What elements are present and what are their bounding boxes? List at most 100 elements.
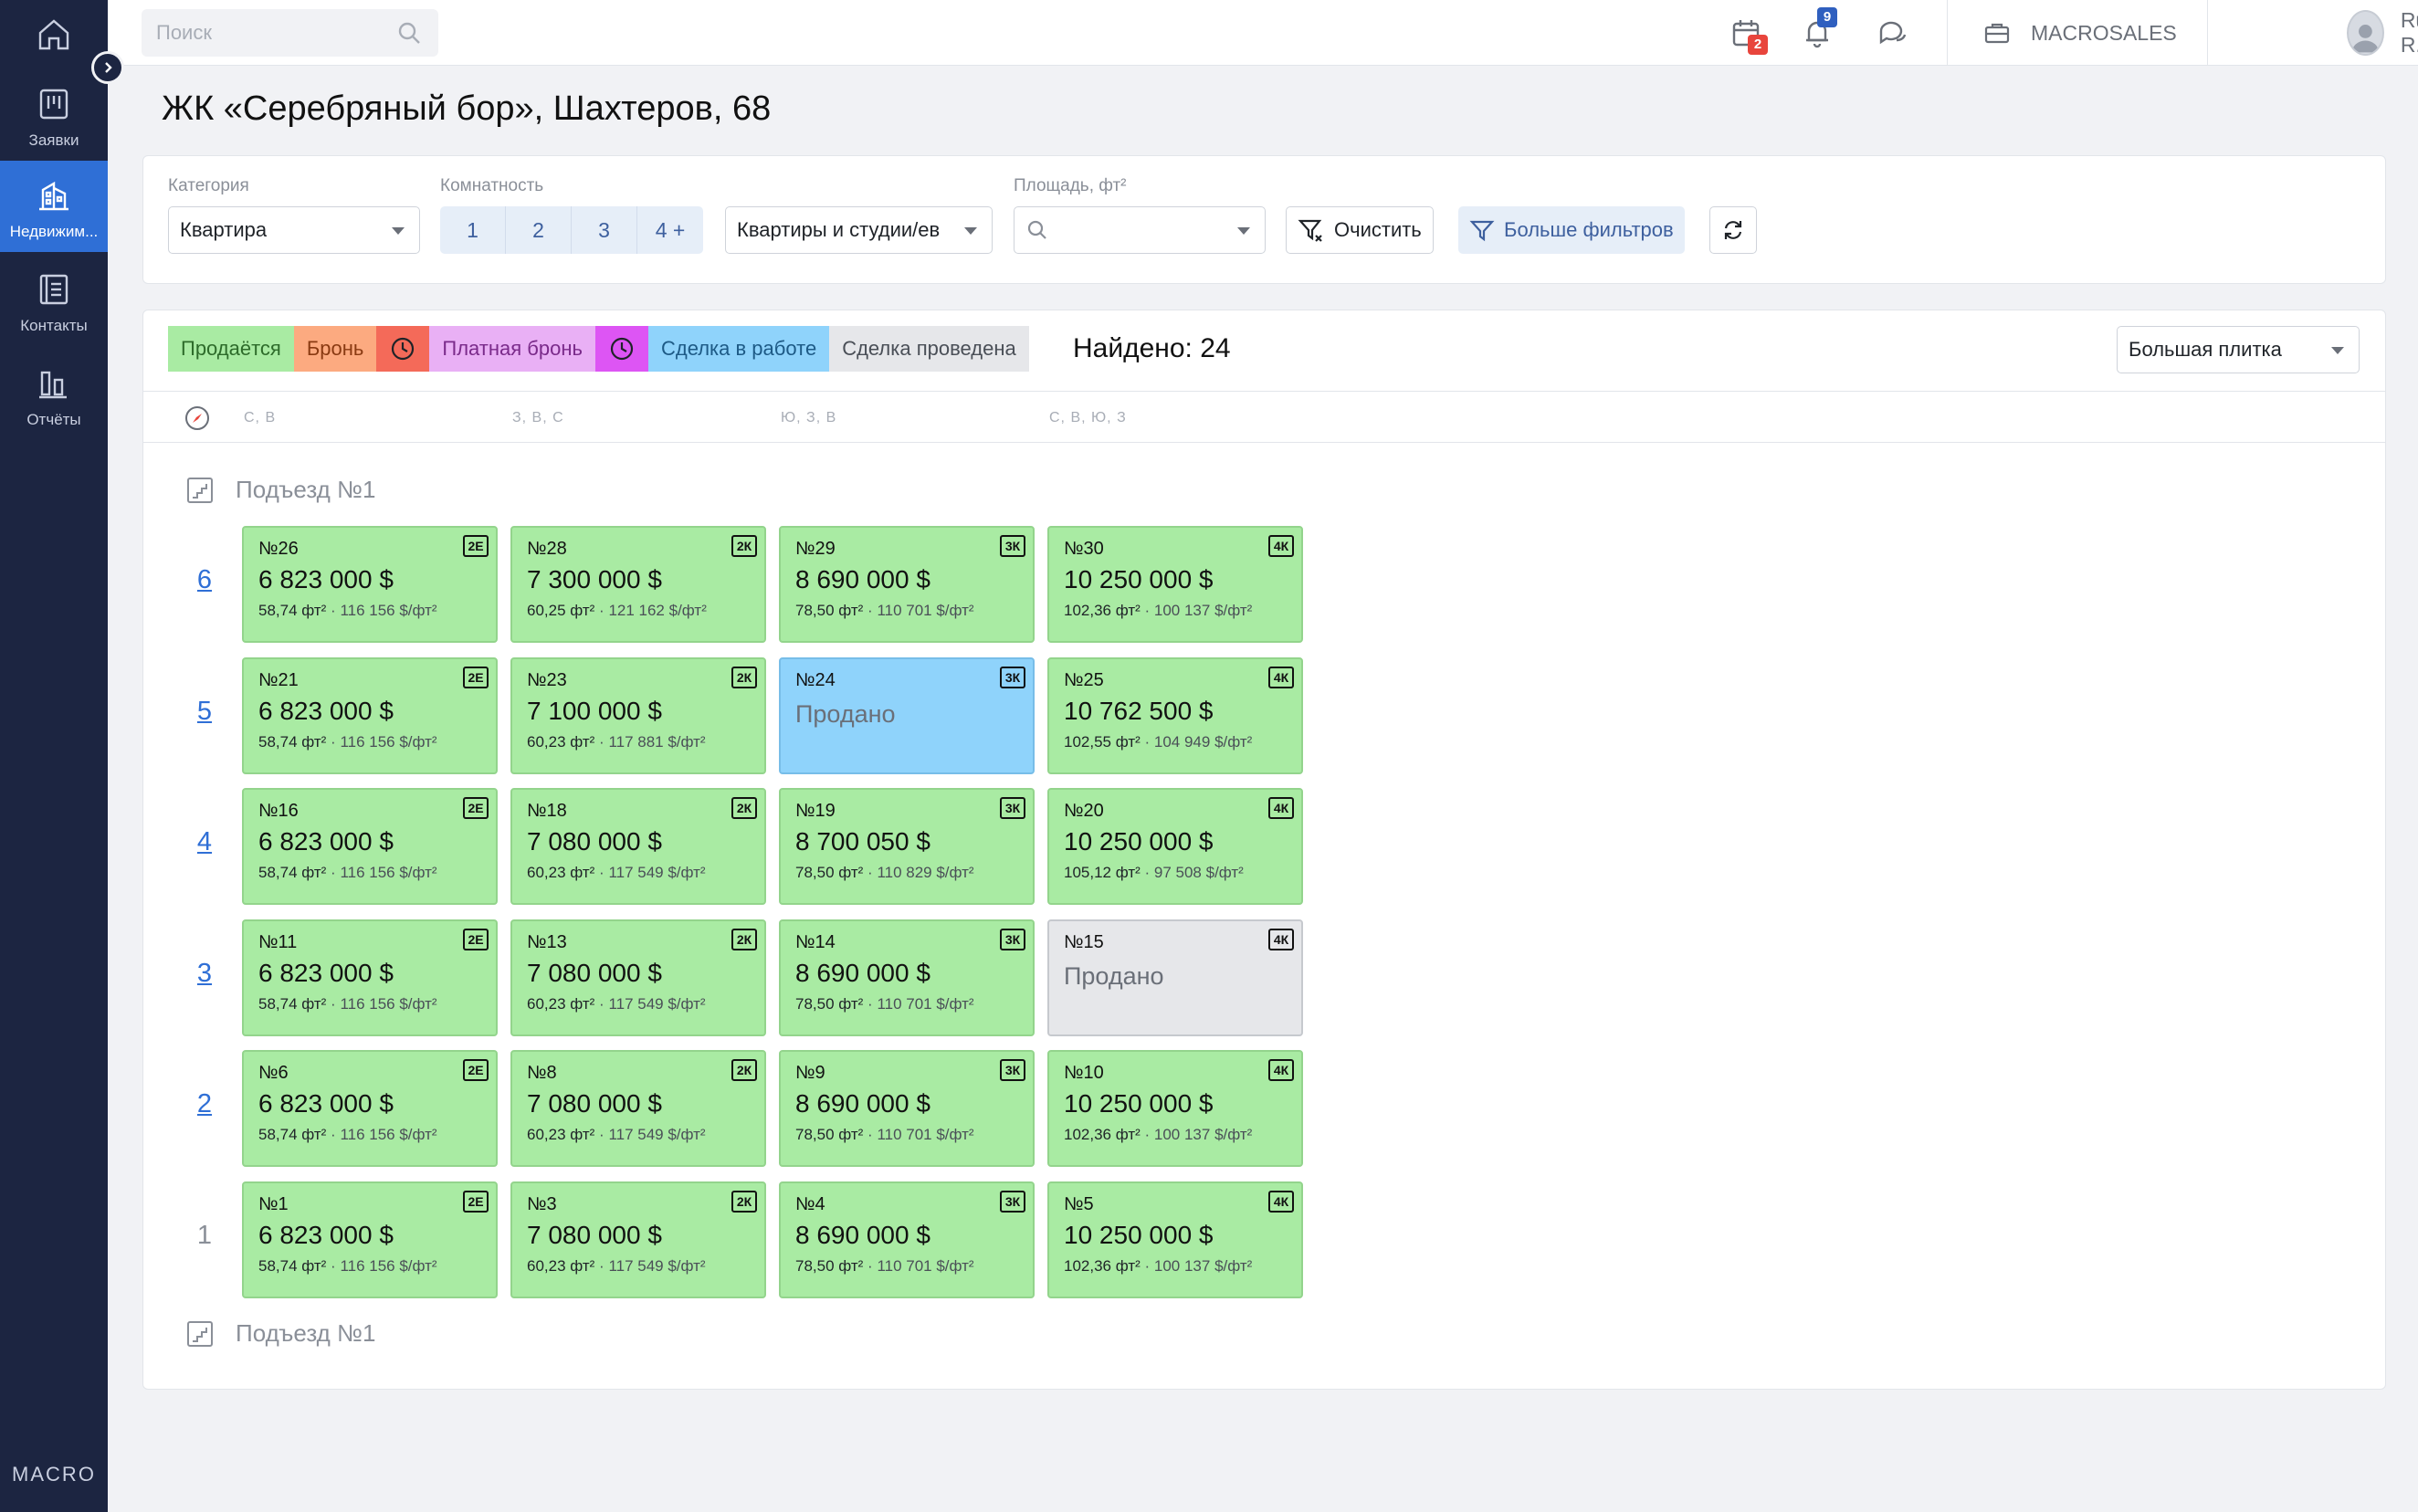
unit-tile[interactable]: №3 2К 7 080 000 $ 60,23 фт² · 117 549 $/фт² <box>510 1181 766 1298</box>
more-filters-label: Больше фильтров <box>1504 218 1674 241</box>
floor-number[interactable]: 2 <box>186 1089 223 1119</box>
sidebar-item-requests[interactable]: Заявки <box>0 69 108 161</box>
meta-separator: · <box>326 1126 341 1143</box>
meta-separator: · <box>863 1257 878 1275</box>
chat-button[interactable] <box>1875 15 1911 51</box>
unit-price-per-area: 100 137 $/фт² <box>1153 602 1253 619</box>
notifications-button[interactable]: 9 <box>1799 7 1837 51</box>
clear-filters-button[interactable]: Очистить <box>1286 206 1434 254</box>
status-deal-closed[interactable]: Сделка проведена <box>829 326 1029 372</box>
unit-tile[interactable]: №23 2К 7 100 000 $ 60,23 фт² · 117 881 $/фт… <box>510 657 766 774</box>
sidebar-item-realty[interactable]: Недвижим... <box>0 161 108 252</box>
unit-tile[interactable]: №20 4К 10 250 000 $ 105,12 фт² · 97 508 $/ф… <box>1047 788 1303 905</box>
unit-price: 6 823 000 $ <box>258 565 394 593</box>
unit-tile[interactable]: №11 2Е 6 823 000 $ 58,74 фт² · 116 156 $/фт… <box>242 919 498 1036</box>
rooms-option-1[interactable]: 1 <box>440 206 506 254</box>
unit-type-badge: 3К <box>1000 797 1025 819</box>
unit-price: 7 080 000 $ <box>527 827 662 856</box>
unit-price: 8 700 050 $ <box>795 827 930 856</box>
sidebar-item-contacts[interactable]: Контакты <box>0 255 108 346</box>
status-deal-in-progress[interactable]: Сделка в работе <box>647 326 830 372</box>
unit-area: 78,50 фт² <box>795 995 864 1013</box>
rooms-option-4-plus[interactable]: 4 + <box>637 206 703 254</box>
unit-area: 60,25 фт² <box>527 602 595 619</box>
company-switcher[interactable]: MACROSALES <box>1983 0 2177 66</box>
unit-number: №26 <box>258 539 299 559</box>
status-for-sale[interactable]: Продаётся <box>168 326 294 372</box>
meta-separator: · <box>326 864 341 881</box>
unit-tile[interactable]: №8 2К 7 080 000 $ 60,23 фт² · 117 549 $/фт² <box>510 1050 766 1167</box>
unit-number: №18 <box>527 801 567 821</box>
unit-tile[interactable]: №19 3К 8 700 050 $ 78,50 фт² · 110 829 $/фт… <box>779 788 1035 905</box>
user-menu[interactable]: Ruslan R. <box>2347 0 2418 66</box>
more-filters-button[interactable]: Больше фильтров <box>1458 206 1685 254</box>
status-paid-booking[interactable]: Платная бронь <box>429 326 595 372</box>
unit-tile[interactable]: №9 3К 8 690 000 $ 78,50 фт² · 110 701 $/фт² <box>779 1050 1035 1167</box>
unit-price-per-area: 110 701 $/фт² <box>877 602 974 619</box>
unit-meta: 60,23 фт² · 117 549 $/фт² <box>527 1126 750 1144</box>
calendar-button[interactable]: 2 <box>1728 15 1768 55</box>
unit-tile[interactable]: №13 2К 7 080 000 $ 60,23 фт² · 117 549 $/фт… <box>510 919 766 1036</box>
unit-sold-label: Продано <box>795 700 896 728</box>
clock-icon <box>392 337 415 361</box>
meta-separator: · <box>326 733 341 751</box>
unit-tile[interactable]: №21 2Е 6 823 000 $ 58,74 фт² · 116 156 $/фт… <box>242 657 498 774</box>
unit-price: 6 823 000 $ <box>258 1089 394 1118</box>
unit-tile[interactable]: №18 2К 7 080 000 $ 60,23 фт² · 117 549 $/фт… <box>510 788 766 905</box>
unit-tile[interactable]: №14 3К 8 690 000 $ 78,50 фт² · 110 701 $/фт… <box>779 919 1035 1036</box>
unit-type-badge: 2К <box>731 667 757 688</box>
sidebar-collapse-button[interactable] <box>91 51 124 84</box>
floor-number[interactable]: 6 <box>186 565 223 595</box>
unit-tile[interactable]: №16 2Е 6 823 000 $ 58,74 фт² · 116 156 $/фт… <box>242 788 498 905</box>
unit-price-per-area: 117 549 $/фт² <box>608 864 706 881</box>
status-paid-booking-timer[interactable] <box>594 326 648 372</box>
unit-tile[interactable]: №10 4К 10 250 000 $ 102,36 фт² · 100 137 $/… <box>1047 1050 1303 1167</box>
status-booking-timer[interactable] <box>376 326 430 372</box>
unit-tile[interactable]: №29 3К 8 690 000 $ 78,50 фт² · 110 701 $/фт… <box>779 526 1035 643</box>
search-input[interactable] <box>142 9 438 57</box>
floor-number[interactable]: 5 <box>186 697 223 727</box>
unit-tile[interactable]: №30 4К 10 250 000 $ 102,36 фт² · 100 137 $/… <box>1047 526 1303 643</box>
unit-area: 78,50 фт² <box>795 1126 864 1143</box>
unit-price-per-area: 116 156 $/фт² <box>340 1257 437 1275</box>
unit-number: №3 <box>527 1194 557 1214</box>
unit-tile[interactable]: №1 2Е 6 823 000 $ 58,74 фт² · 116 156 $/фт² <box>242 1181 498 1298</box>
rooms-option-2[interactable]: 2 <box>506 206 572 254</box>
view-mode-select[interactable]: Большая плитка <box>2117 326 2360 373</box>
unit-type-badge: 2К <box>731 929 757 950</box>
unit-meta: 102,36 фт² · 100 137 $/фт² <box>1064 602 1287 620</box>
unit-price: 6 823 000 $ <box>258 1221 394 1249</box>
unit-area: 60,23 фт² <box>527 733 595 751</box>
rooms-option-3[interactable]: 3 <box>572 206 637 254</box>
unit-number: №21 <box>258 670 299 690</box>
unit-area: 60,23 фт² <box>527 1257 595 1275</box>
category-select[interactable]: Квартира <box>168 206 420 254</box>
unit-tile[interactable]: №26 2Е 6 823 000 $ 58,74 фт² · 116 156 $/фт… <box>242 526 498 643</box>
unit-tile[interactable]: №25 4К 10 762 500 $ 102,55 фт² · 104 949 $/… <box>1047 657 1303 774</box>
home-icon <box>38 19 69 50</box>
unit-number: №20 <box>1064 801 1104 821</box>
floor-number[interactable]: 4 <box>186 827 223 857</box>
status-booking[interactable]: Бронь <box>293 326 377 372</box>
unit-tile[interactable]: №24 3К Продано <box>779 657 1035 774</box>
unit-number: №8 <box>527 1063 557 1083</box>
sidebar-item-reports[interactable]: Отчёты <box>0 349 108 440</box>
refresh-button[interactable] <box>1709 206 1757 254</box>
unit-type-badge: 3К <box>1000 929 1025 950</box>
unit-number: №9 <box>795 1063 825 1083</box>
apartment-type-value: Квартиры и студии/ев <box>737 218 941 241</box>
unit-tile[interactable]: №15 4К Продано <box>1047 919 1303 1036</box>
unit-meta: 78,50 фт² · 110 701 $/фт² <box>795 1126 1018 1144</box>
filter-clear-icon <box>1298 219 1322 242</box>
unit-tile[interactable]: №6 2Е 6 823 000 $ 58,74 фт² · 116 156 $/фт² <box>242 1050 498 1167</box>
direction-label: С, В <box>244 410 277 425</box>
stairs-icon <box>187 1320 213 1347</box>
unit-tile[interactable]: №4 3К 8 690 000 $ 78,50 фт² · 110 701 $/фт² <box>779 1181 1035 1298</box>
unit-tile[interactable]: №5 4К 10 250 000 $ 102,36 фт² · 100 137 $/ф… <box>1047 1181 1303 1298</box>
unit-tile[interactable]: №28 2К 7 300 000 $ 60,25 фт² · 121 162 $/фт… <box>510 526 766 643</box>
area-select[interactable] <box>1014 206 1266 254</box>
unit-price-per-area: 116 156 $/фт² <box>340 995 437 1013</box>
view-mode-value: Большая плитка <box>2129 338 2282 361</box>
floor-number[interactable]: 3 <box>186 959 223 989</box>
apartment-type-select[interactable]: Квартиры и студии/ев <box>725 206 993 254</box>
